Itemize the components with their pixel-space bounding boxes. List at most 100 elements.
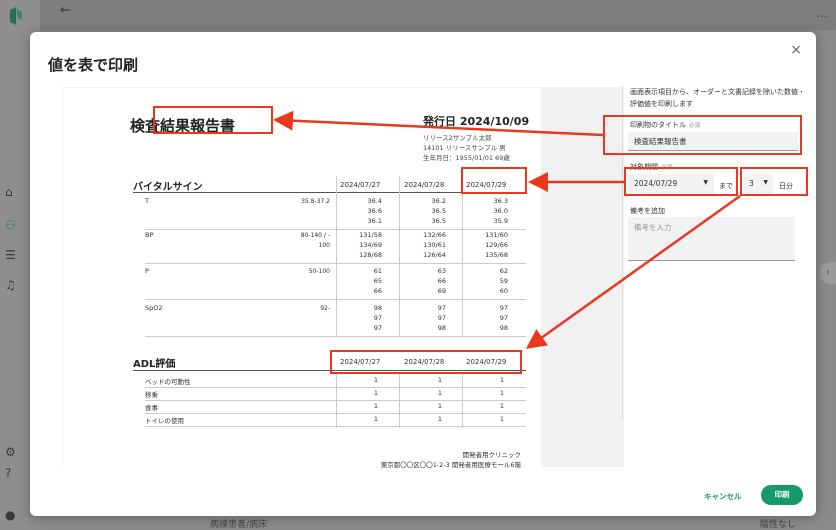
vitals-cell: 35.9 (493, 217, 508, 225)
vitals-row-range: 92- (320, 305, 330, 312)
vitals-cell: 36.6 (367, 207, 382, 215)
app-topbar (0, 0, 836, 30)
adl-row-label: ベッドの可動性 (145, 378, 191, 386)
memo-label: 備考を追加 (630, 207, 665, 215)
avatar[interactable]: ● (5, 508, 19, 522)
bell-icon[interactable]: ♫ (5, 278, 19, 292)
column-divider (399, 372, 400, 428)
app-logo-icon (10, 7, 22, 25)
vitals-cell: 97 (499, 304, 508, 312)
adl-cell: 1 (437, 389, 442, 397)
vitals-cell: 36.2 (431, 197, 446, 205)
bottom-text: 病棟患者/病床 (210, 520, 268, 530)
vitals-cell: 66 (437, 277, 446, 285)
bottom-right-text: 陰性なし (760, 520, 797, 530)
vitals-cell: 60 (499, 287, 508, 295)
vitals-cell: 131/60 (485, 231, 508, 239)
annotation-box-title-field (603, 115, 802, 155)
annotation-box-doc-title (153, 106, 273, 134)
vitals-cell: 97 (437, 314, 446, 322)
app-bottom-bar (40, 515, 836, 530)
users-icon[interactable]: ⚇ (5, 218, 19, 232)
vitals-cell: 135/68 (485, 251, 508, 259)
adl-cell: 1 (437, 415, 442, 423)
panel-description: 画面表示項目から、オーダーと文書記録を除いた数値・評価値を印刷します (630, 88, 805, 108)
help-icon[interactable]: ? (5, 466, 19, 480)
vitals-cell: 36.5 (431, 217, 446, 225)
vitals-cell: 128/68 (359, 251, 382, 259)
vitals-row-label: T (145, 197, 149, 205)
vitals-cell: 97 (373, 314, 382, 322)
column-divider (399, 176, 400, 336)
adl-cell: 1 (373, 389, 378, 397)
column-divider (462, 176, 463, 336)
vitals-cell: 36.3 (493, 197, 508, 205)
vitals-cell: 62 (499, 267, 508, 275)
vitals-row-range: 50-100 (308, 268, 330, 275)
adl-row-label: トイレの使用 (145, 417, 184, 425)
adl-cell: 1 (437, 376, 442, 384)
vitals-cell: 97 (437, 304, 446, 312)
vitals-cell: 98 (373, 304, 382, 312)
vitals-cell: 132/66 (423, 231, 446, 239)
vitals-cell: 129/66 (485, 241, 508, 249)
more-icon[interactable]: … (816, 6, 828, 20)
adl-row-label: 食事 (145, 404, 158, 412)
adl-cell: 1 (437, 402, 442, 410)
vitals-cell: 126/64 (423, 251, 446, 259)
panel-toggle-icon[interactable]: ‹ (820, 262, 836, 284)
vitals-row-label: SpO2 (145, 304, 163, 312)
vitals-heading: バイタルサイン (133, 182, 203, 193)
adl-cell: 1 (373, 376, 378, 384)
vitals-cell: 134/69 (359, 241, 382, 249)
vitals-cell: 69 (437, 287, 446, 295)
cancel-button[interactable]: キャンセル (704, 491, 742, 502)
vitals-cell: 61 (373, 267, 382, 275)
vitals-cell: 63 (437, 267, 446, 275)
list-icon[interactable]: ☰ (5, 248, 19, 262)
vitals-cell: 36.0 (493, 207, 508, 215)
adl-heading: ADL評価 (133, 359, 176, 370)
vitals-cell: 131/58 (359, 231, 382, 239)
annotation-box-vital-date (461, 167, 527, 194)
vitals-row-range: 80-140 / - 100 (300, 232, 330, 249)
vitals-date-1: 2024/07/27 (340, 181, 381, 189)
adl-cell: 1 (499, 415, 504, 423)
vitals-row-label: P (145, 267, 149, 275)
row-divider (145, 336, 526, 337)
patient-birth: 生年月日：1955/01/01 69歳 (423, 154, 510, 162)
clinic-name: 開発者用クリニック (462, 451, 522, 459)
annotation-box-days (740, 167, 808, 196)
adl-cell: 1 (373, 402, 378, 410)
adl-cell: 1 (373, 415, 378, 423)
vitals-cell: 97 (373, 324, 382, 332)
issue-date: 発行日 2024/10/09 (423, 115, 530, 128)
column-divider (462, 372, 463, 428)
adl-cell: 1 (499, 389, 504, 397)
annotation-box-adl-dates (330, 350, 522, 374)
column-divider (336, 176, 337, 336)
adl-cell: 1 (499, 376, 504, 384)
memo-textarea[interactable]: 備考を入力 (628, 217, 795, 261)
adl-row-label: 移乗 (145, 391, 158, 399)
modal-title: 値を表で印刷 (48, 56, 139, 74)
vitals-row-range: 35.8-37.2 (301, 198, 330, 205)
back-arrow-icon[interactable]: ← (60, 3, 71, 18)
vitals-cell: 65 (373, 277, 382, 285)
column-divider (336, 372, 337, 428)
clinic-address: 東京都〇〇区〇〇1-2-3 開発者用医療モール6階 (380, 461, 521, 469)
vitals-row-label: BP (145, 231, 154, 239)
annotation-box-period (624, 167, 738, 196)
vitals-cell: 36.1 (367, 217, 382, 225)
vitals-cell: 36.4 (367, 197, 382, 205)
vitals-cell: 66 (373, 287, 382, 295)
vitals-date-2: 2024/07/28 (404, 181, 445, 189)
patient-id: 14101 リリースサンプル 男 (423, 144, 506, 152)
vitals-cell: 97 (499, 314, 508, 322)
vitals-cell: 98 (499, 324, 508, 332)
print-button[interactable]: 印刷 (761, 485, 803, 505)
patient-name: リリース2サンプル太郎 (423, 134, 492, 142)
settings-icon[interactable]: ⚙ (5, 445, 19, 459)
close-icon[interactable]: × (790, 42, 802, 58)
home-icon[interactable]: ⌂ (5, 185, 19, 199)
